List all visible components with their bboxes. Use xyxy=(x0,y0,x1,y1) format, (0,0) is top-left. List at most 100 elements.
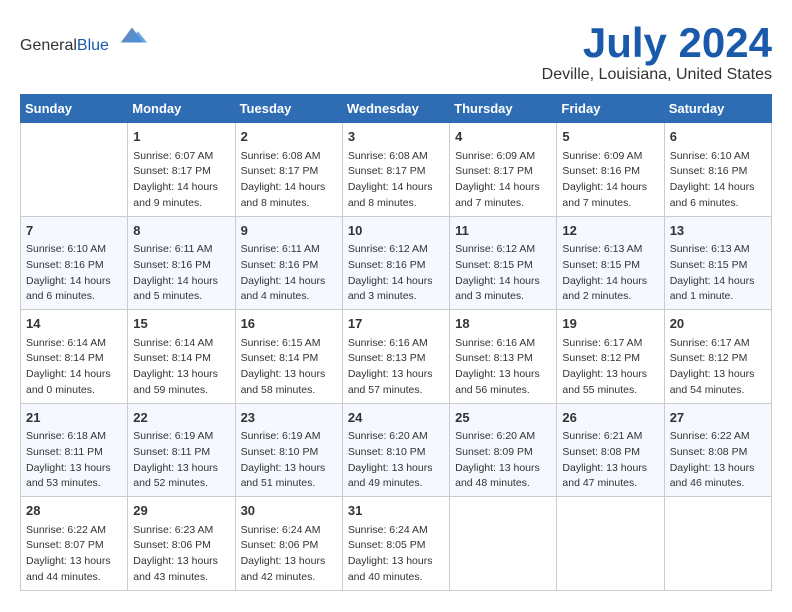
calendar-cell: 5Sunrise: 6:09 AMSunset: 8:16 PMDaylight… xyxy=(557,123,664,217)
calendar-cell: 3Sunrise: 6:08 AMSunset: 8:17 PMDaylight… xyxy=(342,123,449,217)
daylight-text: Daylight: 13 hours and 40 minutes. xyxy=(348,554,444,586)
daylight-text: Daylight: 13 hours and 42 minutes. xyxy=(241,554,337,586)
sunrise-text: Sunrise: 6:24 AM xyxy=(348,523,444,539)
daylight-text: Daylight: 13 hours and 48 minutes. xyxy=(455,461,551,493)
sunset-text: Sunset: 8:17 PM xyxy=(133,164,229,180)
calendar-cell: 9Sunrise: 6:11 AMSunset: 8:16 PMDaylight… xyxy=(235,216,342,310)
daylight-text: Daylight: 13 hours and 53 minutes. xyxy=(26,461,122,493)
sunset-text: Sunset: 8:12 PM xyxy=(670,351,766,367)
calendar-cell xyxy=(450,497,557,591)
column-header-tuesday: Tuesday xyxy=(235,95,342,123)
sunset-text: Sunset: 8:10 PM xyxy=(241,445,337,461)
sunset-text: Sunset: 8:14 PM xyxy=(241,351,337,367)
day-number: 26 xyxy=(562,408,658,428)
day-number: 22 xyxy=(133,408,229,428)
daylight-text: Daylight: 14 hours and 3 minutes. xyxy=(348,274,444,306)
sunset-text: Sunset: 8:11 PM xyxy=(133,445,229,461)
day-number: 10 xyxy=(348,221,444,241)
sunrise-text: Sunrise: 6:14 AM xyxy=(26,336,122,352)
daylight-text: Daylight: 14 hours and 4 minutes. xyxy=(241,274,337,306)
sunrise-text: Sunrise: 6:12 AM xyxy=(348,242,444,258)
daylight-text: Daylight: 14 hours and 7 minutes. xyxy=(455,180,551,212)
calendar-cell: 20Sunrise: 6:17 AMSunset: 8:12 PMDayligh… xyxy=(664,310,771,404)
daylight-text: Daylight: 13 hours and 51 minutes. xyxy=(241,461,337,493)
day-number: 8 xyxy=(133,221,229,241)
day-number: 27 xyxy=(670,408,766,428)
sunrise-text: Sunrise: 6:19 AM xyxy=(133,429,229,445)
sunrise-text: Sunrise: 6:18 AM xyxy=(26,429,122,445)
sunrise-text: Sunrise: 6:17 AM xyxy=(562,336,658,352)
sunrise-text: Sunrise: 6:11 AM xyxy=(241,242,337,258)
sunset-text: Sunset: 8:06 PM xyxy=(241,538,337,554)
sunset-text: Sunset: 8:16 PM xyxy=(241,258,337,274)
sunset-text: Sunset: 8:12 PM xyxy=(562,351,658,367)
calendar-cell: 7Sunrise: 6:10 AMSunset: 8:16 PMDaylight… xyxy=(21,216,128,310)
sunset-text: Sunset: 8:13 PM xyxy=(455,351,551,367)
sunrise-text: Sunrise: 6:08 AM xyxy=(348,149,444,165)
calendar-cell: 22Sunrise: 6:19 AMSunset: 8:11 PMDayligh… xyxy=(128,403,235,497)
column-header-monday: Monday xyxy=(128,95,235,123)
calendar-cell: 28Sunrise: 6:22 AMSunset: 8:07 PMDayligh… xyxy=(21,497,128,591)
calendar-week-3: 14Sunrise: 6:14 AMSunset: 8:14 PMDayligh… xyxy=(21,310,772,404)
daylight-text: Daylight: 13 hours and 49 minutes. xyxy=(348,461,444,493)
column-header-thursday: Thursday xyxy=(450,95,557,123)
day-number: 3 xyxy=(348,127,444,147)
sunset-text: Sunset: 8:16 PM xyxy=(670,164,766,180)
daylight-text: Daylight: 14 hours and 0 minutes. xyxy=(26,367,122,399)
calendar-cell: 4Sunrise: 6:09 AMSunset: 8:17 PMDaylight… xyxy=(450,123,557,217)
sunrise-text: Sunrise: 6:13 AM xyxy=(670,242,766,258)
daylight-text: Daylight: 14 hours and 6 minutes. xyxy=(26,274,122,306)
sunrise-text: Sunrise: 6:10 AM xyxy=(670,149,766,165)
month-title: July 2024 xyxy=(542,20,772,66)
calendar-cell: 15Sunrise: 6:14 AMSunset: 8:14 PMDayligh… xyxy=(128,310,235,404)
sunrise-text: Sunrise: 6:19 AM xyxy=(241,429,337,445)
calendar-cell xyxy=(21,123,128,217)
sunset-text: Sunset: 8:14 PM xyxy=(26,351,122,367)
day-number: 23 xyxy=(241,408,337,428)
calendar-cell xyxy=(664,497,771,591)
sunset-text: Sunset: 8:16 PM xyxy=(348,258,444,274)
sunrise-text: Sunrise: 6:20 AM xyxy=(455,429,551,445)
sunrise-text: Sunrise: 6:24 AM xyxy=(241,523,337,539)
sunset-text: Sunset: 8:09 PM xyxy=(455,445,551,461)
sunrise-text: Sunrise: 6:09 AM xyxy=(562,149,658,165)
day-number: 13 xyxy=(670,221,766,241)
sunrise-text: Sunrise: 6:23 AM xyxy=(133,523,229,539)
day-number: 17 xyxy=(348,314,444,334)
day-number: 25 xyxy=(455,408,551,428)
sunrise-text: Sunrise: 6:22 AM xyxy=(670,429,766,445)
calendar-cell: 27Sunrise: 6:22 AMSunset: 8:08 PMDayligh… xyxy=(664,403,771,497)
sunset-text: Sunset: 8:07 PM xyxy=(26,538,122,554)
column-header-friday: Friday xyxy=(557,95,664,123)
sunset-text: Sunset: 8:13 PM xyxy=(348,351,444,367)
day-number: 1 xyxy=(133,127,229,147)
calendar-cell: 2Sunrise: 6:08 AMSunset: 8:17 PMDaylight… xyxy=(235,123,342,217)
calendar-week-4: 21Sunrise: 6:18 AMSunset: 8:11 PMDayligh… xyxy=(21,403,772,497)
sunset-text: Sunset: 8:15 PM xyxy=(562,258,658,274)
day-number: 28 xyxy=(26,501,122,521)
sunrise-text: Sunrise: 6:12 AM xyxy=(455,242,551,258)
day-number: 12 xyxy=(562,221,658,241)
day-number: 19 xyxy=(562,314,658,334)
daylight-text: Daylight: 14 hours and 8 minutes. xyxy=(348,180,444,212)
sunset-text: Sunset: 8:11 PM xyxy=(26,445,122,461)
calendar-cell: 16Sunrise: 6:15 AMSunset: 8:14 PMDayligh… xyxy=(235,310,342,404)
calendar-week-1: 1Sunrise: 6:07 AMSunset: 8:17 PMDaylight… xyxy=(21,123,772,217)
logo-blue-text: Blue xyxy=(77,37,109,54)
daylight-text: Daylight: 14 hours and 1 minute. xyxy=(670,274,766,306)
sunrise-text: Sunrise: 6:16 AM xyxy=(455,336,551,352)
daylight-text: Daylight: 13 hours and 58 minutes. xyxy=(241,367,337,399)
sunrise-text: Sunrise: 6:17 AM xyxy=(670,336,766,352)
sunrise-text: Sunrise: 6:21 AM xyxy=(562,429,658,445)
daylight-text: Daylight: 13 hours and 57 minutes. xyxy=(348,367,444,399)
day-number: 9 xyxy=(241,221,337,241)
sunrise-text: Sunrise: 6:13 AM xyxy=(562,242,658,258)
calendar-cell xyxy=(557,497,664,591)
daylight-text: Daylight: 14 hours and 8 minutes. xyxy=(241,180,337,212)
sunset-text: Sunset: 8:17 PM xyxy=(455,164,551,180)
sunrise-text: Sunrise: 6:14 AM xyxy=(133,336,229,352)
column-header-wednesday: Wednesday xyxy=(342,95,449,123)
calendar-cell: 13Sunrise: 6:13 AMSunset: 8:15 PMDayligh… xyxy=(664,216,771,310)
sunset-text: Sunset: 8:05 PM xyxy=(348,538,444,554)
day-number: 11 xyxy=(455,221,551,241)
